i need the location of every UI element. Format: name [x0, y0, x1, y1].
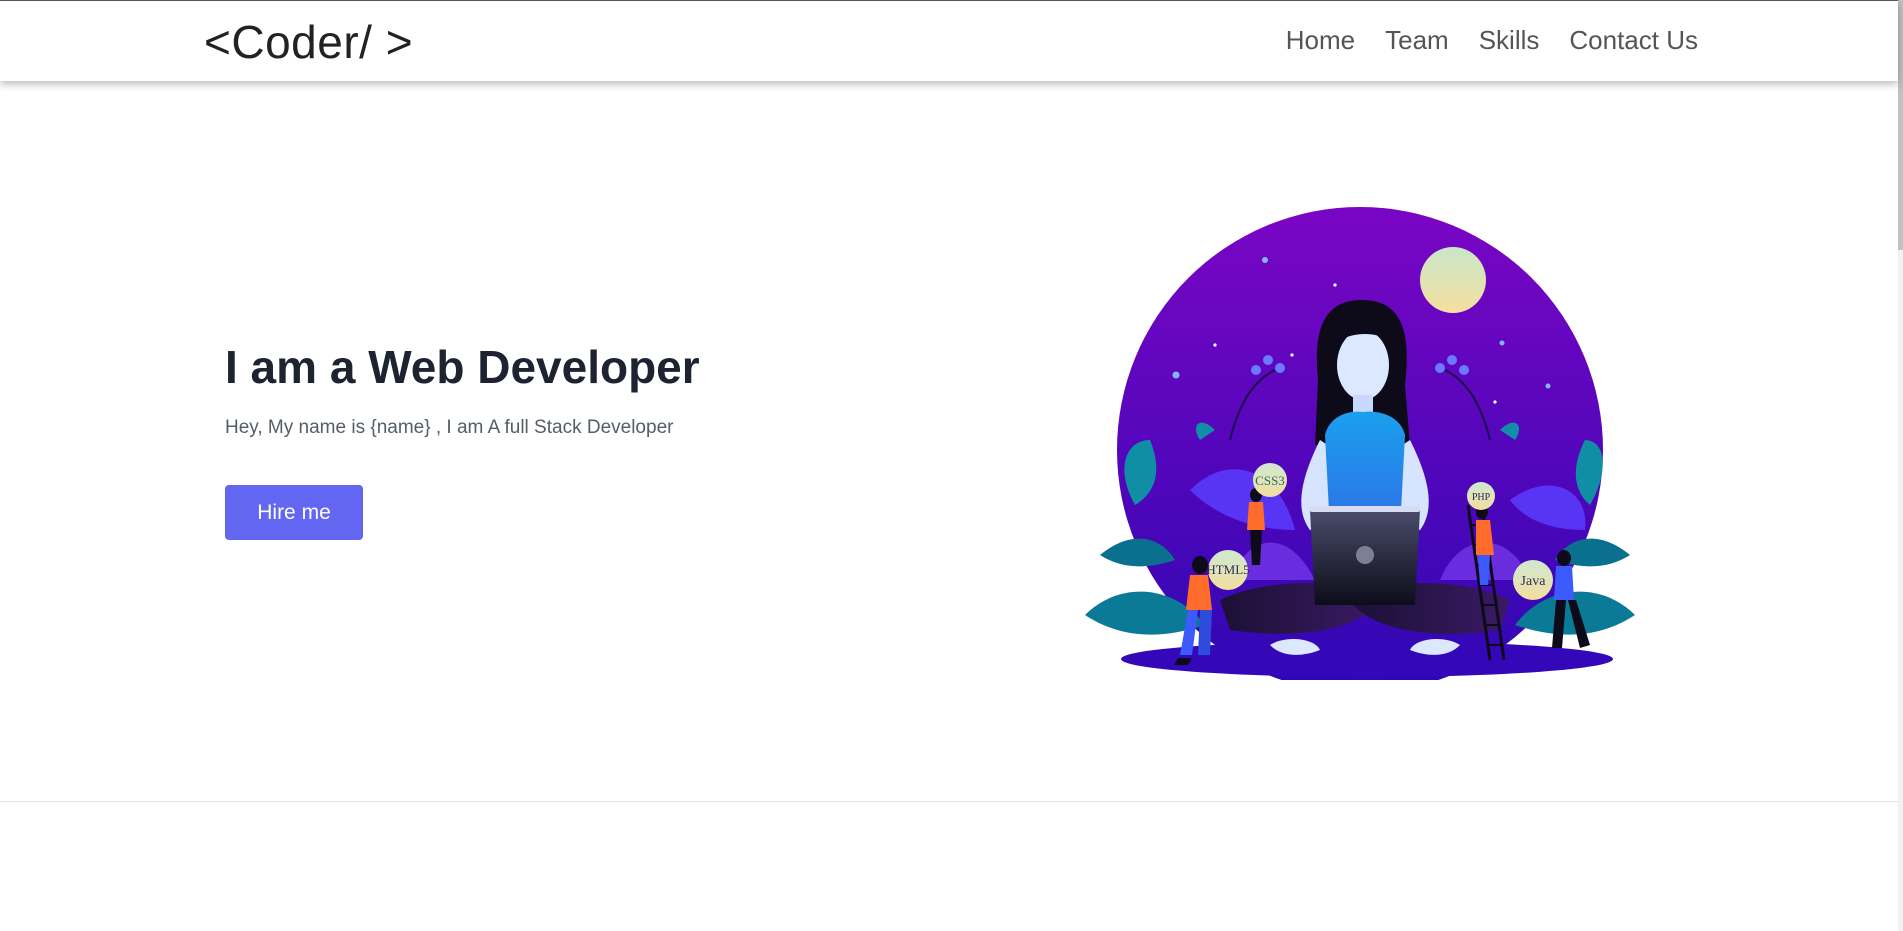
nav-link-contact-us[interactable]: Contact Us: [1569, 25, 1698, 56]
navbar: <Coder/ > Home Team Skills Contact Us: [0, 0, 1898, 81]
developer-illustration-svg: CSS3 PHP HTML5 Java: [1085, 207, 1635, 693]
bubble-html5: HTML5: [1206, 562, 1249, 577]
nav-link-team[interactable]: Team: [1385, 25, 1449, 56]
hero-subtitle: Hey, My name is {name} , I am A full Sta…: [225, 417, 674, 438]
brand-logo[interactable]: <Coder/ >: [204, 15, 413, 69]
hero-title: I am a Web Developer: [225, 341, 700, 393]
bubble-php: PHP: [1472, 492, 1491, 503]
section-divider: [0, 801, 1898, 802]
nav-menu: Home Team Skills Contact Us: [1256, 25, 1698, 56]
nav-link-home[interactable]: Home: [1286, 25, 1355, 56]
developer-illustration: CSS3 PHP HTML5 Java: [1080, 200, 1640, 693]
bubble-css3: CSS3: [1255, 473, 1285, 488]
scrollbar-thumb[interactable]: [1898, 0, 1903, 250]
hire-me-button[interactable]: Hire me: [225, 485, 363, 540]
bubble-java: Java: [1521, 574, 1547, 589]
page: <Coder/ > Home Team Skills Contact Us I …: [0, 0, 1903, 931]
nav-link-skills[interactable]: Skills: [1479, 25, 1540, 56]
